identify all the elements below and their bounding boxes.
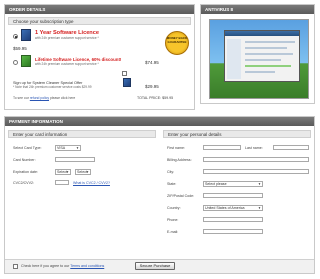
agree-prefix: Check here if you agree to our — [21, 264, 70, 268]
state-label: State: — [167, 182, 177, 186]
card-number-label: Card Number: — [13, 158, 36, 162]
software-box-icon — [21, 55, 31, 67]
subscription-subheader: Choose your subscription type — [8, 17, 191, 25]
chevron-down-icon: ▼ — [258, 182, 261, 186]
agree-terms-text: Check here if you agree to our Terms and… — [21, 264, 104, 268]
option3-desc: * Note that 24h premium customer service… — [13, 85, 92, 89]
option1-radio[interactable] — [13, 34, 18, 39]
email-input[interactable] — [203, 229, 263, 234]
card-type-label: Select Card Type: — [13, 146, 42, 150]
cvc-input[interactable] — [55, 180, 69, 185]
agree-terms-checkbox[interactable] — [13, 264, 18, 269]
chevron-down-icon: ▼ — [76, 146, 79, 150]
total-label: TOTAL PRICE: — [137, 96, 162, 100]
card-info-subheader: Enter your card information — [8, 130, 156, 138]
chevron-down-icon: ▼ — [86, 170, 89, 174]
software-box-icon — [21, 29, 31, 41]
option2-text: Lifetime Software Licence, 60% discount!… — [35, 57, 135, 66]
card-number-input[interactable] — [55, 157, 95, 162]
special-offer-checkbox[interactable] — [122, 71, 127, 76]
product-screenshot — [209, 19, 309, 99]
option2-desc: with 24h premium customer support servic… — [35, 62, 99, 66]
billing-address-label: Billing Address: — [167, 158, 192, 162]
option1-desc: with 24h premium customer support servic… — [35, 36, 99, 40]
secure-purchase-button[interactable]: Secure Purchase — [135, 262, 175, 270]
email-label: E-mail: — [167, 230, 179, 234]
card-type-value: VISA — [57, 146, 66, 150]
refund-prefix: To see our — [13, 96, 29, 100]
zip-input[interactable] — [203, 193, 263, 198]
refund-line: To see our refund policy please click he… — [13, 96, 75, 100]
antivirus-header: ANTIVIRUS 8 — [201, 5, 314, 14]
chevron-down-icon: ▼ — [258, 206, 261, 210]
option3-price: $29.95 — [145, 84, 159, 89]
terms-link[interactable]: Terms and conditions — [70, 264, 104, 268]
zip-label: ZIP/Postal Code: — [167, 194, 195, 198]
billing-address-input[interactable] — [203, 157, 309, 162]
last-name-input[interactable] — [273, 145, 309, 150]
payment-information-panel: PAYMENT INFORMATION Enter your card info… — [4, 116, 315, 274]
card-type-select[interactable]: VISA ▼ — [55, 145, 81, 151]
phone-input[interactable] — [203, 217, 263, 222]
app-window-image — [224, 30, 300, 82]
total-line: TOTAL PRICE: $59.95 — [137, 96, 173, 100]
last-name-label: Last name: — [245, 146, 263, 150]
purchase-footer: Check here if you agree to our Terms and… — [5, 259, 314, 273]
country-label: Country: — [167, 206, 181, 210]
refund-policy-link[interactable]: refund policy — [30, 96, 49, 100]
total-value: $59.95 — [162, 96, 174, 100]
country-select[interactable]: United States of America ▼ — [203, 205, 263, 211]
city-input[interactable] — [203, 169, 309, 174]
personal-details-subheader: Enter your personal details — [163, 130, 311, 138]
state-select[interactable]: Select please ▼ — [203, 181, 263, 187]
city-label: City: — [167, 170, 175, 174]
expiration-label: Expiration date: — [13, 170, 38, 174]
country-value: United States of America — [205, 206, 245, 210]
chevron-down-icon: ▼ — [66, 170, 69, 174]
expiration-year-select[interactable]: Select ▼ — [75, 169, 91, 175]
option1-text: 1 Year Software Licence with 24h premium… — [35, 30, 160, 40]
option2-price: $74.95 — [145, 60, 159, 65]
refund-suffix: please click here — [49, 96, 76, 100]
option3-text: Sign up for System Cleaner Special Offer… — [13, 81, 135, 89]
antivirus-panel: ANTIVIRUS 8 — [200, 4, 315, 104]
option1-price: $59.95 — [13, 46, 27, 51]
order-details-header: ORDER DETAILS — [5, 5, 194, 14]
order-details-panel: ORDER DETAILS Choose your subscription t… — [4, 4, 195, 110]
cvc-label: CVC2/CVV2: — [13, 181, 34, 185]
option2-radio[interactable] — [13, 60, 18, 65]
cvc-help-link[interactable]: What is CVC2 / CVV2? — [73, 181, 110, 185]
state-value: Select please — [205, 182, 227, 186]
payment-header: PAYMENT INFORMATION — [5, 117, 314, 126]
phone-label: Phone: — [167, 218, 179, 222]
system-cleaner-icon — [123, 78, 131, 87]
first-name-label: First name: — [167, 146, 185, 150]
expiration-month-select[interactable]: Select ▼ — [55, 169, 71, 175]
guarantee-badge: MONEY BACK GUARANTEE — [165, 31, 189, 55]
first-name-input[interactable] — [203, 145, 241, 150]
